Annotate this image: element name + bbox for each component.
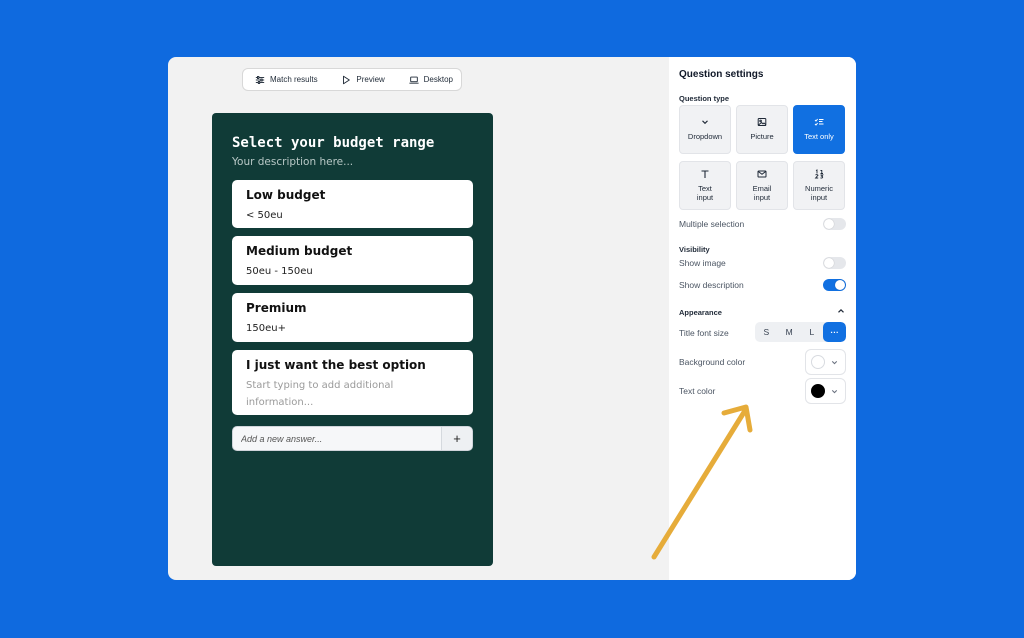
toggle-knob [824, 219, 834, 229]
title-font-size-selector: S M L ··· [755, 322, 846, 342]
font-size-s[interactable]: S [755, 322, 778, 342]
preview-label: Preview [356, 75, 385, 84]
background-color-picker[interactable] [805, 349, 846, 375]
image-icon [757, 118, 767, 127]
visibility-label: Visibility [679, 245, 710, 254]
type-label: Email input [752, 183, 772, 203]
show-image-label: Show image [679, 258, 726, 268]
type-text-input-button[interactable]: Text input [679, 161, 731, 210]
appearance-label: Appearance [679, 308, 722, 317]
answer-details-placeholder[interactable]: Start typing to add additional informati… [246, 377, 426, 411]
type-numeric-input-button[interactable]: Numeric input [793, 161, 845, 210]
answer-title: I just want the best option [246, 358, 426, 372]
chevron-down-icon [831, 360, 838, 364]
add-answer-input[interactable] [233, 427, 441, 450]
question-preview: Select your budget range Your descriptio… [212, 113, 493, 566]
show-description-toggle[interactable] [823, 279, 846, 291]
annotation-arrow [651, 404, 753, 560]
type-email-input-button[interactable]: Email input [736, 161, 788, 210]
answer-title: Premium [246, 301, 307, 315]
settings-title: Question settings [679, 69, 764, 80]
font-size-m[interactable]: M [778, 322, 801, 342]
answer-description: 150eu+ [246, 323, 286, 334]
numeric-icon [814, 168, 824, 179]
answer-option-premium[interactable]: Premium 150eu+ [232, 293, 473, 342]
show-description-label: Show description [679, 280, 744, 290]
laptop-icon [409, 76, 419, 84]
color-swatch [811, 384, 825, 398]
color-swatch [811, 355, 825, 369]
toggle-knob [824, 258, 834, 268]
show-image-toggle[interactable] [823, 257, 846, 269]
text-color-picker[interactable] [805, 378, 846, 404]
type-dropdown-button[interactable]: Dropdown [679, 105, 731, 154]
type-picture-button[interactable]: Picture [736, 105, 788, 154]
type-label: Text input [696, 183, 714, 203]
answer-option-low-budget[interactable]: Low budget < 50eu [232, 180, 473, 228]
multiple-selection-label: Multiple selection [679, 219, 745, 229]
multiple-selection-toggle[interactable] [823, 218, 846, 230]
text-icon [701, 169, 709, 178]
question-description[interactable]: Your description here... [232, 156, 353, 168]
title-font-size-label: Title font size [679, 328, 729, 338]
answer-title: Low budget [246, 188, 326, 202]
font-size-custom[interactable]: ··· [823, 322, 846, 342]
match-results-label: Match results [270, 75, 318, 84]
mail-icon [757, 170, 767, 177]
preview-toolbar: Match results Preview Desktop [242, 68, 462, 91]
preview-button[interactable]: Preview [341, 75, 385, 85]
answer-description: 50eu - 150eu [246, 266, 313, 277]
checklist-icon [814, 118, 824, 126]
type-text-only-button[interactable]: Text only [793, 105, 845, 154]
answer-title: Medium budget [246, 244, 353, 258]
type-label: Dropdown [687, 132, 723, 142]
chevron-down-icon [831, 389, 838, 393]
play-icon [343, 75, 351, 84]
chevron-down-icon [702, 120, 708, 125]
add-answer-field: + [232, 426, 473, 451]
type-label: Text only [804, 132, 834, 142]
chevron-up-icon[interactable] [836, 306, 846, 316]
question-title[interactable]: Select your budget range [232, 135, 434, 151]
type-label: Picture [750, 132, 774, 142]
answer-option-medium-budget[interactable]: Medium budget 50eu - 150eu [232, 236, 473, 285]
type-label: Numeric input [805, 183, 833, 203]
sliders-icon [255, 75, 265, 84]
desktop-label: Desktop [423, 75, 453, 84]
background-color-label: Background color [679, 357, 746, 367]
answer-description: < 50eu [246, 210, 283, 221]
toggle-knob [835, 280, 845, 290]
question-type-label: Question type [679, 94, 730, 103]
match-results-button[interactable]: Match results [255, 75, 318, 85]
desktop-button[interactable]: Desktop [409, 75, 453, 85]
answer-option-best[interactable]: I just want the best option Start typing… [232, 350, 473, 415]
add-answer-button[interactable]: + [441, 427, 472, 450]
font-size-l[interactable]: L [801, 322, 824, 342]
